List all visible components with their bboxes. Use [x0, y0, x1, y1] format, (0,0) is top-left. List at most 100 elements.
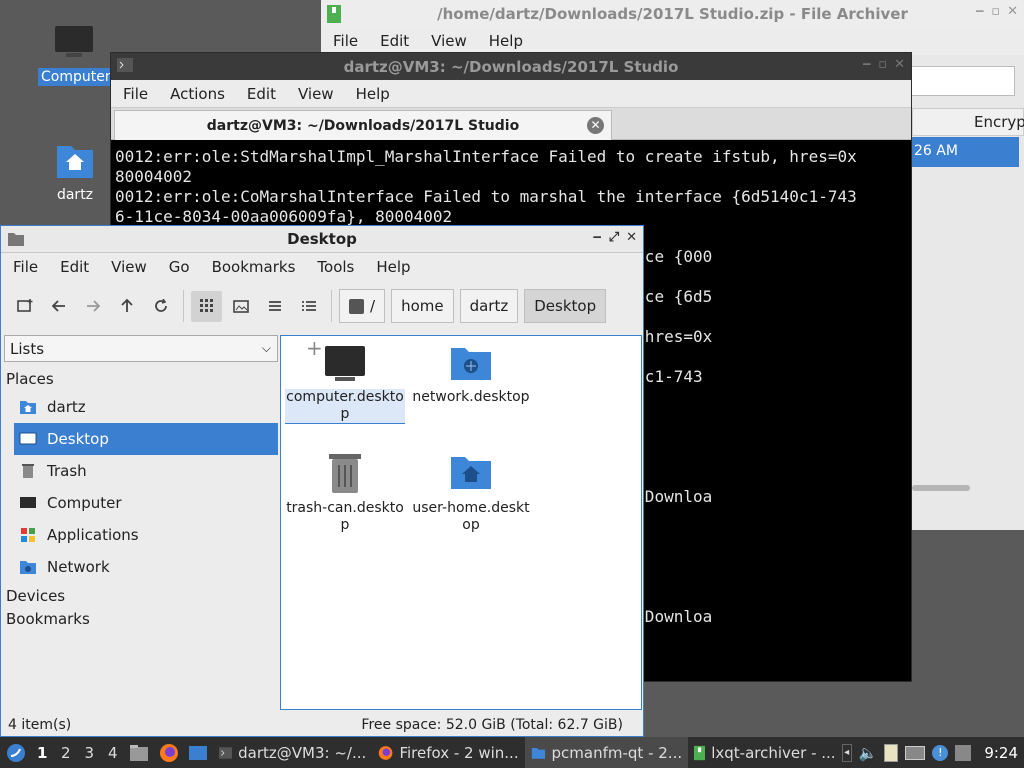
menu-edit[interactable]: Edit — [369, 32, 420, 50]
menu-file[interactable]: File — [322, 32, 369, 50]
volume-icon[interactable]: 🔈 — [859, 744, 878, 762]
task-pcmanfm[interactable]: pcmanfm-qt - 2... — [524, 737, 689, 768]
sidebar-item-computer[interactable]: Computer — [4, 487, 278, 519]
menu-edit[interactable]: Edit — [236, 85, 287, 103]
image-icon — [232, 299, 249, 313]
minimize-icon[interactable]: ‒ — [862, 57, 871, 72]
terminal-titlebar[interactable]: dartz@VM3: ~/Downloads/2017L Studio ‒ ▫ ✕ — [111, 53, 911, 80]
terminal-icon — [219, 746, 233, 759]
menu-edit[interactable]: Edit — [49, 258, 100, 276]
menu-file[interactable]: File — [2, 258, 49, 276]
menu-view[interactable]: View — [287, 85, 345, 103]
archiver-title: /home/dartz/Downloads/2017L Studio.zip -… — [437, 4, 908, 23]
terminal-line: 80004002 — [115, 167, 193, 186]
task-terminal[interactable]: dartz@VM3: ~/... — [213, 737, 372, 768]
task-label: lxqt-archiver - ... — [711, 743, 836, 762]
maximize-icon[interactable]: ▫ — [878, 57, 887, 72]
close-tab-icon[interactable]: ✕ — [587, 117, 604, 134]
workspace-1[interactable]: 1 — [31, 744, 55, 762]
path-crumb-dartz[interactable]: dartz — [459, 289, 519, 323]
minimize-icon[interactable]: ‒ — [593, 230, 602, 245]
file-user-home-desktop[interactable]: user-home.desktop — [411, 451, 531, 534]
menu-file[interactable]: File — [112, 85, 159, 103]
start-menu-button[interactable] — [4, 741, 28, 765]
desktop-icon-computer[interactable]: Computer — [38, 22, 114, 86]
window-buttons: ‒ ⤢ ✕ — [593, 230, 637, 245]
new-tab-button[interactable] — [9, 291, 40, 322]
thumbnail-view-button[interactable] — [225, 291, 256, 322]
terminal-icon — [117, 58, 133, 76]
terminal-tab[interactable]: dartz@VM3: ~/Downloads/2017L Studio ✕ — [114, 110, 612, 140]
clipboard-icon[interactable] — [884, 743, 899, 762]
menu-bookmarks[interactable]: Bookmarks — [201, 258, 307, 276]
icon-view-button[interactable] — [191, 290, 222, 322]
archiver-hscrollbar[interactable] — [912, 485, 970, 491]
maximize-icon[interactable]: ▫ — [991, 4, 1000, 19]
sidebar-item-trash[interactable]: Trash — [4, 455, 278, 487]
path-crumb-home[interactable]: home — [391, 289, 454, 323]
network-status-icon[interactable] — [905, 745, 926, 760]
menu-help[interactable]: Help — [478, 32, 534, 50]
file-network-desktop[interactable]: network.desktop — [411, 344, 531, 406]
path-root-button[interactable]: / — [339, 289, 386, 323]
file-trash-can-desktop[interactable]: trash-can.desktop — [285, 451, 405, 534]
desktop-icon — [19, 432, 37, 445]
sidebar-item-dartz[interactable]: dartz — [4, 391, 278, 423]
sidebar-item-desktop[interactable]: Desktop — [14, 423, 278, 455]
quicklaunch-file-manager[interactable] — [128, 741, 152, 765]
minimize-icon[interactable]: ‒ — [975, 4, 984, 19]
path-crumb-desktop[interactable]: Desktop — [524, 289, 607, 323]
desktop-icon-dartz[interactable]: dartz — [39, 140, 111, 204]
sidebar-item-network[interactable]: Network — [4, 551, 278, 583]
close-icon[interactable]: ✕ — [894, 57, 905, 72]
archiver-location-field[interactable] — [911, 66, 1015, 96]
archiver-column-header[interactable]: Encryp — [912, 108, 1024, 136]
workspace-4[interactable]: 4 — [101, 744, 125, 762]
desktop-icon-label: dartz — [56, 187, 94, 203]
menu-tools[interactable]: Tools — [306, 258, 365, 276]
keyboard-icon[interactable] — [955, 744, 972, 761]
sidebar-item-label: Trash — [47, 462, 87, 480]
workspace-3[interactable]: 3 — [78, 744, 102, 762]
sidebar-mode-select[interactable]: Lists ⌵ — [4, 335, 278, 362]
sidebar-item-applications[interactable]: Applications — [4, 519, 278, 551]
task-archiver[interactable]: lxqt-archiver - ... — [688, 737, 841, 768]
menu-view[interactable]: View — [420, 32, 478, 50]
close-icon[interactable]: ✕ — [1007, 4, 1018, 19]
quicklaunch-firefox[interactable] — [157, 741, 181, 765]
clock[interactable]: 9:24 — [984, 744, 1018, 762]
back-button[interactable] — [43, 291, 74, 322]
forward-button[interactable] — [77, 291, 108, 322]
archiver-selected-row[interactable]: 26 AM — [912, 137, 1019, 167]
computer-icon — [20, 497, 36, 508]
task-label: pcmanfm-qt - 2... — [551, 743, 683, 762]
quicklaunch-desktop[interactable] — [187, 741, 211, 765]
sidebar-item-label: Applications — [47, 526, 139, 544]
menu-actions[interactable]: Actions — [159, 85, 236, 103]
fm-titlebar[interactable]: Desktop ‒ ⤢ ✕ — [1, 226, 643, 253]
menu-help[interactable]: Help — [345, 85, 401, 103]
archiver-titlebar[interactable]: /home/dartz/Downloads/2017L Studio.zip -… — [321, 0, 1024, 27]
file-manager-window: Desktop ‒ ⤢ ✕ File Edit View Go Bookmarks … — [0, 225, 644, 737]
archive-icon — [327, 5, 341, 27]
toolbar-separator — [331, 290, 332, 322]
up-button[interactable] — [111, 291, 142, 322]
detailed-view-button[interactable] — [293, 291, 324, 322]
file-label: trash-can.desktop — [286, 500, 404, 533]
tray-scroll-left-icon[interactable]: ◂ — [841, 743, 852, 762]
compact-view-button[interactable] — [259, 291, 290, 322]
sidebar-item-label: dartz — [47, 398, 86, 416]
maximize-icon[interactable]: ⤢ — [609, 230, 619, 245]
updates-icon[interactable]: ! — [932, 744, 949, 761]
fm-file-view[interactable]: + computer.desktop network.desktop trash… — [280, 335, 642, 710]
file-computer-desktop[interactable]: computer.desktop — [285, 344, 405, 424]
task-firefox[interactable]: Firefox - 2 win... — [372, 737, 524, 768]
menu-view[interactable]: View — [100, 258, 158, 276]
menu-go[interactable]: Go — [158, 258, 201, 276]
workspace-2[interactable]: 2 — [54, 744, 78, 762]
reload-button[interactable] — [145, 291, 176, 322]
close-icon[interactable]: ✕ — [626, 230, 637, 245]
terminal-line: 0012:err:ole:StdMarshalImpl_MarshalInter… — [115, 147, 857, 166]
menu-help[interactable]: Help — [365, 258, 421, 276]
folder-icon — [531, 747, 545, 759]
